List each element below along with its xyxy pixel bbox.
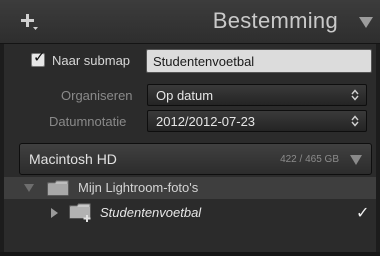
- triangle-down-icon[interactable]: [349, 154, 363, 166]
- triangle-down-icon[interactable]: [358, 16, 374, 29]
- panel-header[interactable]: Bestemming: [0, 0, 380, 44]
- destination-panel: Bestemming ✓ Naar submap Studentenvoetba…: [0, 0, 380, 256]
- checkmark-icon: ✓: [356, 205, 370, 222]
- date-format-label: Datumnotatie: [49, 114, 127, 129]
- plus-icon[interactable]: [20, 12, 42, 32]
- child-folder-name: Studentenvoetbal: [100, 205, 202, 220]
- volume-header[interactable]: Macintosh HD 422 / 465 GB: [19, 143, 372, 175]
- new-folder-icon: [69, 203, 91, 222]
- folder-icon: [47, 180, 69, 196]
- volume-size: 422 / 465 GB: [280, 154, 339, 165]
- subfolder-name-field[interactable]: Studentenvoetbal: [146, 49, 372, 73]
- disclosure-closed-icon[interactable]: [50, 208, 59, 218]
- subfolder-label: Naar submap: [52, 53, 131, 68]
- date-format-select[interactable]: 2012/2012-07-23: [147, 110, 367, 132]
- date-format-selected-value: 2012/2012-07-23: [156, 114, 256, 129]
- panel-bottom-border: [0, 252, 380, 256]
- checkmark-icon: ✓: [33, 49, 46, 66]
- organize-label: Organiseren: [61, 88, 133, 103]
- organize-selected-value: Op datum: [156, 88, 214, 103]
- tree-row-child[interactable]: Studentenvoetbal ✓: [4, 202, 376, 224]
- tree-row-root[interactable]: Mijn Lightroom-foto's: [4, 177, 376, 199]
- subfolder-checkbox[interactable]: ✓: [31, 49, 46, 67]
- stepper-arrows-icon: [351, 89, 359, 101]
- stepper-arrows-icon: [351, 115, 359, 127]
- panel-title: Bestemming: [212, 8, 338, 33]
- organize-select[interactable]: Op datum: [147, 84, 367, 106]
- root-folder-name: Mijn Lightroom-foto's: [78, 180, 199, 195]
- volume-name: Macintosh HD: [29, 151, 117, 167]
- disclosure-open-icon[interactable]: [24, 183, 35, 193]
